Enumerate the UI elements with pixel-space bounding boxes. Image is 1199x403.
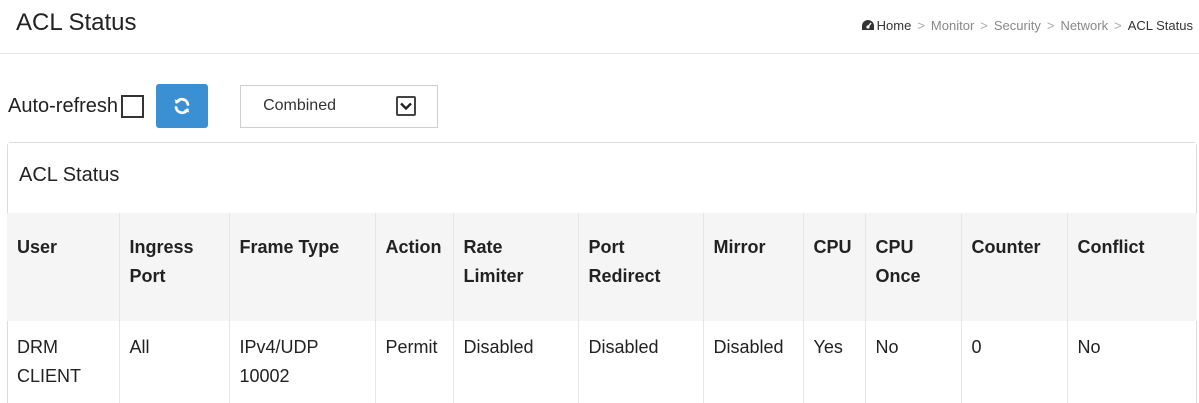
breadcrumb-separator: > xyxy=(917,18,925,33)
breadcrumb-separator: > xyxy=(980,18,988,33)
cell-rate-limiter: Disabled xyxy=(453,321,579,403)
acl-status-panel: ACL Status User Ingress Port Frame Type … xyxy=(7,142,1197,403)
table-row: DRM CLIENT All IPv4/UDP 10002 Permit Dis… xyxy=(7,321,1197,403)
auto-refresh-checkbox[interactable] xyxy=(121,94,145,118)
column-header-cpu-once: CPU Once xyxy=(865,213,962,321)
chevron-down-icon[interactable] xyxy=(396,95,417,116)
cell-mirror: Disabled xyxy=(703,321,804,403)
breadcrumb: Home > Monitor > Security > Network > AC… xyxy=(861,18,1193,33)
dashboard-icon xyxy=(861,20,874,30)
breadcrumb-separator: > xyxy=(1114,18,1122,33)
breadcrumb-home-label: Home xyxy=(876,18,912,33)
breadcrumb-separator: > xyxy=(1046,18,1055,33)
column-header-rate-limiter: Rate Limiter xyxy=(453,213,579,321)
page-header: ACL Status Home > Monitor > Security > N… xyxy=(0,0,1199,54)
cell-ingress-port: All xyxy=(119,321,230,403)
column-header-ingress-port: Ingress Port xyxy=(119,213,230,321)
cell-cpu: Yes xyxy=(803,321,866,403)
auto-refresh-label: Auto-refresh xyxy=(8,94,119,117)
refresh-button[interactable] xyxy=(156,84,209,128)
cell-counter: 0 xyxy=(961,321,1068,403)
table-header-row: User Ingress Port Frame Type Action Rate… xyxy=(7,213,1197,321)
panel-heading: ACL Status xyxy=(8,143,1196,213)
column-header-frame-type: Frame Type xyxy=(229,213,376,321)
column-header-port-redirect: Port Redirect xyxy=(578,213,704,321)
cell-port-redirect: Disabled xyxy=(578,321,704,403)
cell-action: Permit xyxy=(375,321,454,403)
breadcrumb-network[interactable]: Network xyxy=(1060,18,1108,33)
breadcrumb-acl-status: ACL Status xyxy=(1127,18,1193,33)
page-title: ACL Status xyxy=(16,9,137,36)
breadcrumb-security[interactable]: Security xyxy=(994,18,1041,33)
column-header-cpu: CPU xyxy=(803,213,866,321)
acl-status-table: User Ingress Port Frame Type Action Rate… xyxy=(7,213,1197,403)
cell-cpu-once: No xyxy=(865,321,962,403)
column-header-counter: Counter xyxy=(961,213,1068,321)
cell-frame-type: IPv4/UDP 10002 xyxy=(229,321,376,403)
column-header-mirror: Mirror xyxy=(703,213,804,321)
breadcrumb-home[interactable]: Home xyxy=(861,18,912,33)
refresh-icon xyxy=(174,97,190,115)
user-select[interactable]: Combined xyxy=(240,84,439,128)
column-header-action: Action xyxy=(375,213,454,321)
column-header-conflict: Conflict xyxy=(1067,213,1197,321)
cell-conflict: No xyxy=(1077,337,1101,357)
cell-user: DRM CLIENT xyxy=(7,321,120,403)
column-header-user: User xyxy=(7,213,120,321)
toolbar: Auto-refresh Combined xyxy=(8,84,439,128)
breadcrumb-monitor[interactable]: Monitor xyxy=(931,18,974,33)
user-select-value: Combined xyxy=(263,97,336,114)
